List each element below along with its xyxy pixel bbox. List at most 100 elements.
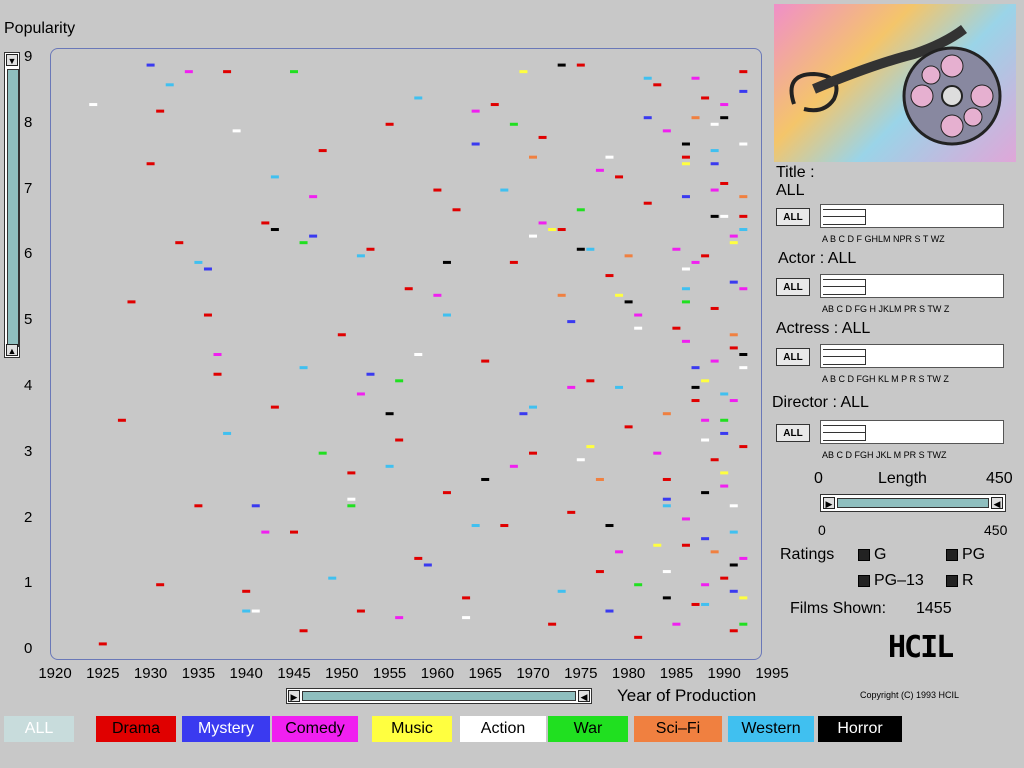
film-point[interactable]: [433, 293, 442, 297]
genre-button[interactable]: War: [548, 716, 628, 742]
film-point[interactable]: [710, 162, 719, 166]
film-point[interactable]: [356, 609, 365, 613]
film-point[interactable]: [213, 353, 222, 356]
film-point[interactable]: [184, 70, 193, 74]
film-point[interactable]: [729, 563, 738, 567]
film-point[interactable]: [739, 228, 748, 232]
film-point[interactable]: [500, 524, 509, 528]
film-point[interactable]: [529, 405, 537, 409]
film-point[interactable]: [299, 366, 308, 370]
film-point[interactable]: [701, 438, 710, 442]
film-point[interactable]: [557, 589, 566, 593]
film-point[interactable]: [739, 366, 748, 370]
film-point[interactable]: [299, 241, 308, 245]
film-point[interactable]: [615, 550, 624, 554]
film-point[interactable]: [366, 372, 375, 376]
film-point[interactable]: [156, 109, 165, 113]
film-point[interactable]: [729, 399, 738, 403]
film-point[interactable]: [720, 576, 729, 580]
film-point[interactable]: [595, 477, 604, 481]
film-point[interactable]: [739, 142, 748, 146]
film-point[interactable]: [519, 412, 528, 416]
film-point[interactable]: [739, 214, 748, 218]
film-point[interactable]: [165, 83, 174, 87]
film-point[interactable]: [691, 366, 700, 370]
film-point[interactable]: [242, 609, 251, 613]
film-point[interactable]: [481, 477, 490, 481]
film-point[interactable]: [270, 405, 279, 409]
film-point[interactable]: [576, 63, 585, 67]
director-all-button[interactable]: ALL: [776, 424, 810, 442]
title-slider-thumb[interactable]: [823, 209, 866, 225]
length-range-slider[interactable]: ▶ ◀: [820, 494, 1006, 512]
film-point[interactable]: [710, 214, 719, 218]
actress-slider[interactable]: [820, 344, 1004, 368]
title-slider[interactable]: [820, 204, 1004, 228]
film-point[interactable]: [347, 497, 356, 501]
film-point[interactable]: [251, 504, 260, 508]
film-point[interactable]: [681, 195, 690, 199]
film-point[interactable]: [89, 103, 98, 107]
film-point[interactable]: [366, 247, 375, 251]
actor-slider-thumb[interactable]: [823, 279, 866, 295]
film-point[interactable]: [175, 241, 184, 245]
film-point[interactable]: [701, 254, 710, 258]
film-point[interactable]: [720, 214, 729, 218]
film-point[interactable]: [232, 129, 241, 133]
film-point[interactable]: [270, 228, 279, 232]
film-point[interactable]: [117, 418, 126, 422]
film-point[interactable]: [710, 306, 719, 310]
film-point[interactable]: [739, 596, 748, 600]
film-point[interactable]: [309, 195, 318, 199]
film-point[interactable]: [223, 431, 232, 435]
film-point[interactable]: [557, 63, 566, 67]
film-point[interactable]: [720, 103, 729, 107]
film-point[interactable]: [538, 221, 547, 225]
film-point[interactable]: [729, 280, 738, 284]
film-point[interactable]: [662, 497, 671, 501]
film-point[interactable]: [634, 313, 643, 317]
genre-button[interactable]: Comedy: [272, 716, 358, 742]
film-point[interactable]: [414, 556, 423, 560]
film-point[interactable]: [605, 155, 614, 159]
film-point[interactable]: [662, 504, 671, 508]
film-point[interactable]: [691, 260, 700, 264]
film-point[interactable]: [605, 274, 614, 278]
film-point[interactable]: [624, 254, 633, 258]
film-point[interactable]: [710, 122, 719, 126]
film-point[interactable]: [223, 70, 232, 74]
year-slider-right-handle[interactable]: ◀: [578, 690, 590, 702]
film-point[interactable]: [318, 149, 327, 153]
film-point[interactable]: [509, 464, 518, 468]
film-point[interactable]: [739, 195, 748, 199]
genre-button[interactable]: Music: [372, 716, 452, 742]
film-point[interactable]: [653, 543, 662, 547]
director-slider[interactable]: [820, 420, 1004, 444]
film-point[interactable]: [203, 313, 212, 317]
film-point[interactable]: [538, 135, 547, 139]
film-point[interactable]: [356, 392, 365, 396]
film-point[interactable]: [442, 313, 451, 317]
film-point[interactable]: [739, 445, 748, 449]
film-point[interactable]: [586, 379, 595, 383]
film-point[interactable]: [156, 583, 165, 587]
film-point[interactable]: [462, 596, 471, 600]
film-point[interactable]: [261, 221, 270, 225]
film-point[interactable]: [701, 602, 710, 606]
film-point[interactable]: [605, 609, 614, 613]
film-point[interactable]: [710, 550, 719, 554]
film-point[interactable]: [653, 451, 662, 455]
film-point[interactable]: [586, 445, 595, 449]
film-point[interactable]: [490, 103, 499, 107]
film-point[interactable]: [471, 109, 480, 113]
film-point[interactable]: [720, 116, 729, 120]
film-point[interactable]: [624, 300, 633, 304]
length-slider-right-handle[interactable]: ◀: [991, 497, 1003, 509]
film-point[interactable]: [624, 425, 633, 429]
film-point[interactable]: [309, 234, 318, 238]
film-point[interactable]: [710, 188, 719, 192]
film-point[interactable]: [481, 359, 490, 363]
film-point[interactable]: [576, 247, 585, 251]
film-point[interactable]: [452, 208, 461, 212]
film-point[interactable]: [672, 326, 681, 330]
